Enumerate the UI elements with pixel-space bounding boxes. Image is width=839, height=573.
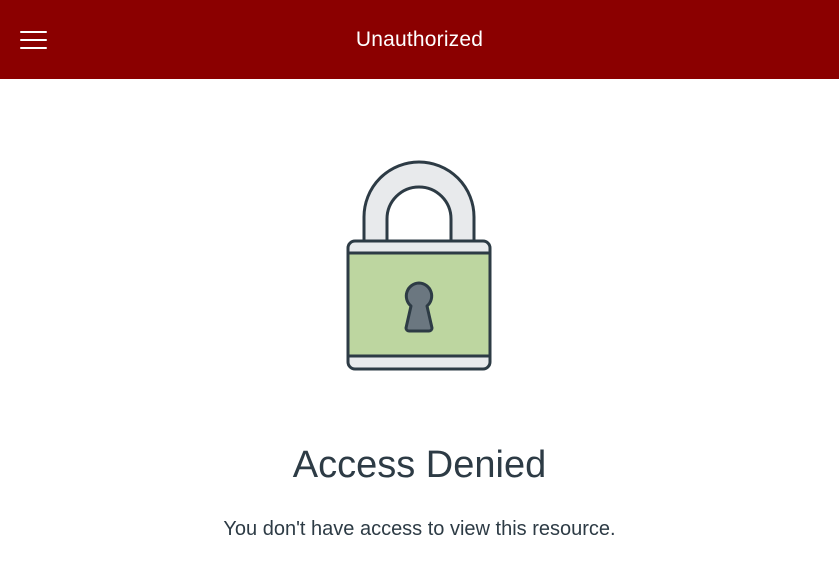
access-message: You don't have access to view this resou… [223,518,616,540]
hamburger-menu-icon[interactable] [20,26,52,54]
hamburger-line [20,31,47,33]
hamburger-line [20,39,47,41]
padlock-icon [334,155,504,375]
top-navigation-bar: Unauthorized [0,0,839,79]
keyhole [404,281,434,333]
page-title: Unauthorized [355,27,484,51]
lock-shackle [362,160,476,245]
hamburger-line [20,47,47,49]
access-denied-heading: Access Denied [292,444,547,486]
